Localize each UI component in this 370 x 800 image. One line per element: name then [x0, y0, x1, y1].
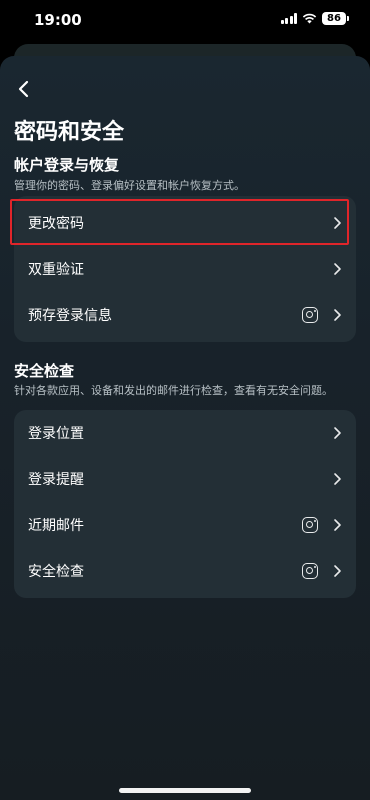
chevron-right-icon — [334, 473, 341, 485]
settings-sheet: 密码和安全 帐户登录与恢复 管理你的密码、登录偏好设置和帐户恢复方式。 更改密码… — [0, 56, 370, 800]
chevron-right-icon — [334, 565, 341, 577]
saved-login-info-row[interactable]: 预存登录信息 — [14, 292, 356, 338]
security-section-description: 针对各款应用、设备和发出的邮件进行检查，查看有无安全问题。 — [14, 384, 333, 397]
account-section-title: 帐户登录与恢复 — [14, 156, 120, 174]
security-section-title: 安全检查 — [14, 362, 75, 380]
login-location-row[interactable]: 登录位置 — [14, 410, 356, 456]
back-button[interactable] — [12, 78, 34, 100]
page-title: 密码和安全 — [14, 120, 125, 145]
login-alerts-label: 登录提醒 — [28, 472, 84, 488]
two-factor-auth-row[interactable]: 双重验证 — [14, 246, 356, 292]
chevron-right-icon — [334, 263, 341, 275]
account-section-description: 管理你的密码、登录偏好设置和帐户恢复方式。 — [14, 179, 245, 192]
login-location-label: 登录位置 — [28, 426, 84, 442]
change-password-highlight — [10, 199, 349, 245]
instagram-icon — [302, 307, 318, 323]
status-bar: 19:00 86 — [0, 0, 370, 44]
security-checkup-label: 安全检查 — [28, 564, 84, 580]
login-alerts-row[interactable]: 登录提醒 — [14, 456, 356, 502]
status-icons: 86 — [280, 12, 349, 25]
two-factor-auth-label: 双重验证 — [28, 262, 84, 278]
home-indicator — [119, 788, 251, 793]
instagram-icon — [302, 517, 318, 533]
saved-login-info-label: 预存登录信息 — [28, 308, 112, 324]
battery-icon: 86 — [322, 12, 349, 25]
status-time: 19:00 — [34, 11, 82, 29]
recent-emails-row[interactable]: 近期邮件 — [14, 502, 356, 548]
cellular-signal-icon — [280, 13, 297, 24]
security-check-group: 登录位置 登录提醒 近期邮件 安全检查 — [14, 410, 356, 598]
chevron-right-icon — [334, 427, 341, 439]
security-checkup-row[interactable]: 安全检查 — [14, 548, 356, 594]
chevron-right-icon — [334, 519, 341, 531]
recent-emails-label: 近期邮件 — [28, 518, 84, 534]
chevron-left-icon — [18, 80, 29, 98]
instagram-icon — [302, 563, 318, 579]
wifi-icon — [302, 13, 317, 24]
chevron-right-icon — [334, 309, 341, 321]
